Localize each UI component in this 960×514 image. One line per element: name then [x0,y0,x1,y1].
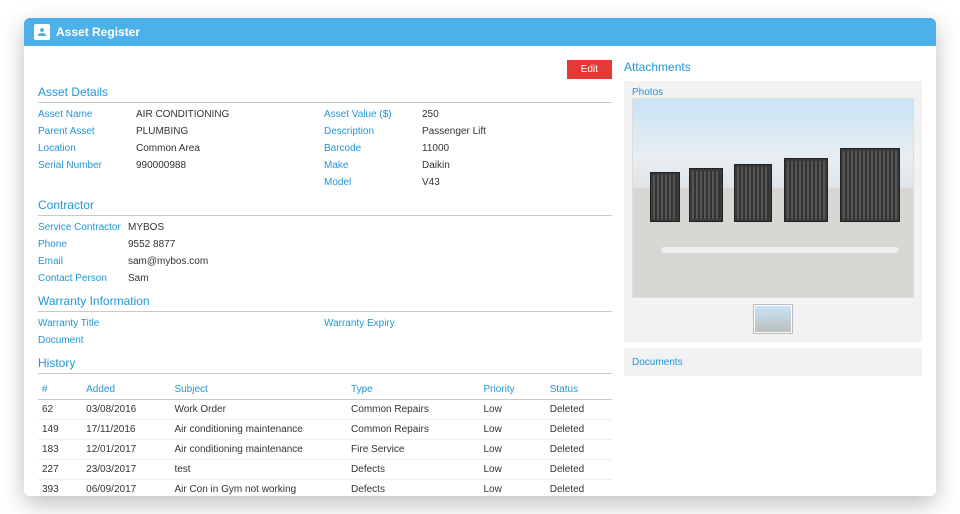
label-location: Location [38,143,128,154]
section-title-attachments: Attachments [624,60,922,77]
value-asset-name: AIR CONDITIONING [136,109,316,120]
label-description: Description [324,126,414,137]
label-serial-number: Serial Number [38,160,128,171]
table-cell-priority: Low [480,440,546,460]
table-cell-priority: Low [480,480,546,497]
table-cell-id: 227 [38,460,82,480]
value-location: Common Area [136,143,316,154]
table-row[interactable]: 6203/08/2016Work OrderCommon RepairsLowD… [38,400,612,420]
table-cell-subject: Air conditioning maintenance [170,420,347,440]
label-asset-name: Asset Name [38,109,128,120]
history-header-id[interactable]: # [38,380,82,400]
titlebar-title: Asset Register [56,25,140,39]
table-row[interactable]: 22723/03/2017testDefectsLowDeleted [38,460,612,480]
label-asset-value: Asset Value ($) [324,109,414,120]
section-title-asset-details: Asset Details [38,85,612,103]
table-cell-subject: Air Con in Gym not working [170,480,347,497]
table-cell-id: 62 [38,400,82,420]
history-header-priority[interactable]: Priority [480,380,546,400]
documents-label: Documents [632,357,683,368]
value-serial-number: 990000988 [136,160,316,171]
label-make: Make [324,160,414,171]
value-barcode: 11000 [422,143,602,154]
app-window: Asset Register Edit Asset Details Asset … [24,18,936,496]
value-email: sam@mybos.com [128,256,612,267]
asset-photo[interactable] [632,98,914,298]
history-table: # Added Subject Type Priority Status 620… [38,380,612,496]
history-header-subject[interactable]: Subject [170,380,347,400]
table-cell-type: Common Repairs [347,400,479,420]
history-header-status[interactable]: Status [546,380,612,400]
table-cell-added: 03/08/2016 [82,400,170,420]
edit-button[interactable]: Edit [567,60,612,79]
table-cell-subject: Air conditioning maintenance [170,440,347,460]
table-cell-subject: test [170,460,347,480]
section-title-contractor: Contractor [38,198,612,216]
value-warranty-expiry [422,318,602,329]
value-warranty-document [136,335,316,346]
contractor-grid: Service Contractor MYBOS Phone 9552 8877… [38,222,612,284]
value-model: V43 [422,177,602,188]
photos-label: Photos [632,87,914,98]
documents-panel[interactable]: Documents [624,348,922,376]
table-cell-priority: Low [480,400,546,420]
history-header-row: # Added Subject Type Priority Status [38,380,612,400]
table-cell-subject: Work Order [170,400,347,420]
table-cell-added: 12/01/2017 [82,440,170,460]
table-cell-status: Deleted [546,460,612,480]
label-barcode: Barcode [324,143,414,154]
table-row[interactable]: 14917/11/2016Air conditioning maintenanc… [38,420,612,440]
table-cell-type: Fire Service [347,440,479,460]
value-make: Daikin [422,160,602,171]
side-column: Attachments Photos Documents [624,60,922,496]
table-cell-type: Defects [347,480,479,497]
value-description: Passenger Lift [422,126,602,137]
table-cell-added: 23/03/2017 [82,460,170,480]
table-cell-status: Deleted [546,420,612,440]
table-cell-status: Deleted [546,400,612,420]
value-service-contractor: MYBOS [128,222,612,233]
table-cell-id: 393 [38,480,82,497]
table-row[interactable]: 39306/09/2017Air Con in Gym not workingD… [38,480,612,497]
history-header-added[interactable]: Added [82,380,170,400]
photo-thumbnails [632,298,914,336]
label-model: Model [324,177,414,188]
label-email: Email [38,256,128,267]
table-cell-priority: Low [480,460,546,480]
label-phone: Phone [38,239,128,250]
label-warranty-document: Document [38,335,128,346]
value-asset-value: 250 [422,109,602,120]
table-row[interactable]: 18312/01/2017Air conditioning maintenanc… [38,440,612,460]
table-cell-priority: Low [480,420,546,440]
value-warranty-title [136,318,316,329]
content-area: Edit Asset Details Asset Name AIR CONDIT… [24,46,936,496]
history-header-type[interactable]: Type [347,380,479,400]
table-cell-id: 149 [38,420,82,440]
label-service-contractor: Service Contractor [38,222,128,233]
label-contact-person: Contact Person [38,273,128,284]
table-cell-type: Common Repairs [347,420,479,440]
photos-panel: Photos [624,81,922,342]
table-cell-status: Deleted [546,440,612,460]
table-cell-type: Defects [347,460,479,480]
value-contact-person: Sam [128,273,612,284]
section-title-history: History [38,356,612,374]
label-warranty-expiry: Warranty Expiry [324,318,414,329]
main-column: Edit Asset Details Asset Name AIR CONDIT… [38,60,612,496]
edit-row: Edit [38,60,612,79]
value-parent-asset: PLUMBING [136,126,316,137]
photo-thumbnail[interactable] [753,304,793,334]
section-title-warranty: Warranty Information [38,294,612,312]
asset-details-grid: Asset Name AIR CONDITIONING Asset Value … [38,109,612,188]
warranty-grid: Warranty Title Warranty Expiry Document [38,318,612,346]
app-icon [34,24,50,40]
table-cell-status: Deleted [546,480,612,497]
table-cell-added: 06/09/2017 [82,480,170,497]
table-cell-id: 183 [38,440,82,460]
value-phone: 9552 8877 [128,239,612,250]
titlebar: Asset Register [24,18,936,46]
label-parent-asset: Parent Asset [38,126,128,137]
label-warranty-title: Warranty Title [38,318,128,329]
table-cell-added: 17/11/2016 [82,420,170,440]
